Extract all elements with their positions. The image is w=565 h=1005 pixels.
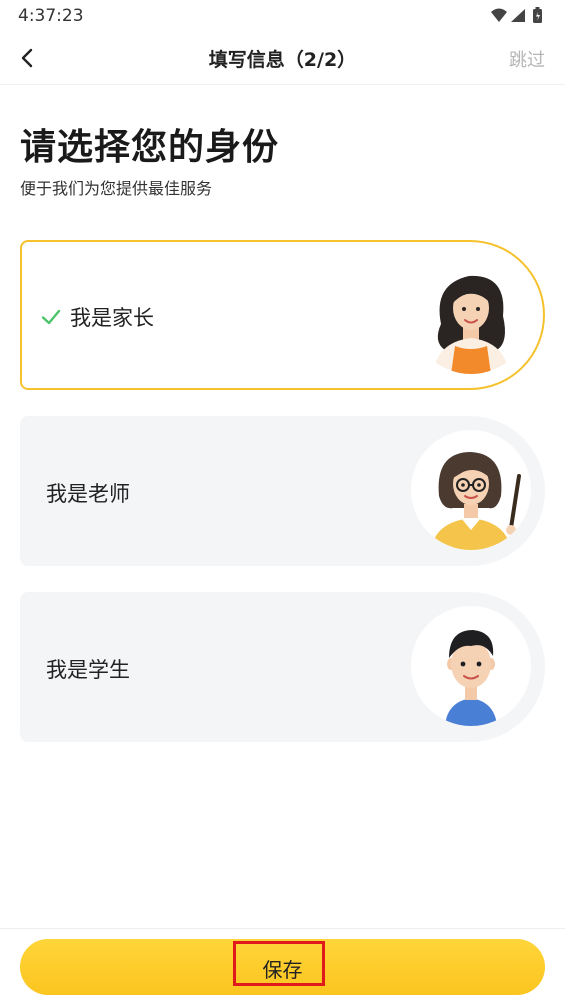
student-avatar: [411, 606, 531, 726]
save-button-label: 保存: [262, 958, 303, 982]
role-label-teacher: 我是老师: [46, 482, 130, 506]
parent-avatar: [411, 254, 531, 374]
skip-button[interactable]: 跳过: [509, 46, 545, 72]
status-time: 4:37:23: [18, 6, 84, 26]
role-label-parent: 我是家长: [70, 306, 154, 330]
status-bar: 4:37:23: [0, 0, 565, 32]
status-icons: [489, 6, 549, 26]
role-option-student[interactable]: 我是学生: [20, 592, 545, 742]
nav-bar: 填写信息（2/2） 跳过: [0, 32, 565, 85]
role-label-student: 我是学生: [46, 658, 130, 682]
page-title: 填写信息（2/2）: [208, 49, 357, 71]
teacher-avatar: [411, 430, 531, 550]
check-icon: [41, 309, 61, 325]
save-button[interactable]: 保存: [20, 939, 545, 995]
identity-heading: 请选择您的身份: [20, 127, 280, 168]
footer-bar: 保存: [0, 928, 565, 1005]
identity-subheading: 便于我们为您提供最佳服务: [20, 179, 213, 198]
role-option-teacher[interactable]: 我是老师: [20, 416, 545, 566]
battery-icon: [533, 7, 542, 23]
signal-icon: [511, 9, 525, 22]
role-option-parent[interactable]: 我是家长: [20, 240, 545, 390]
wifi-icon: [491, 8, 507, 22]
